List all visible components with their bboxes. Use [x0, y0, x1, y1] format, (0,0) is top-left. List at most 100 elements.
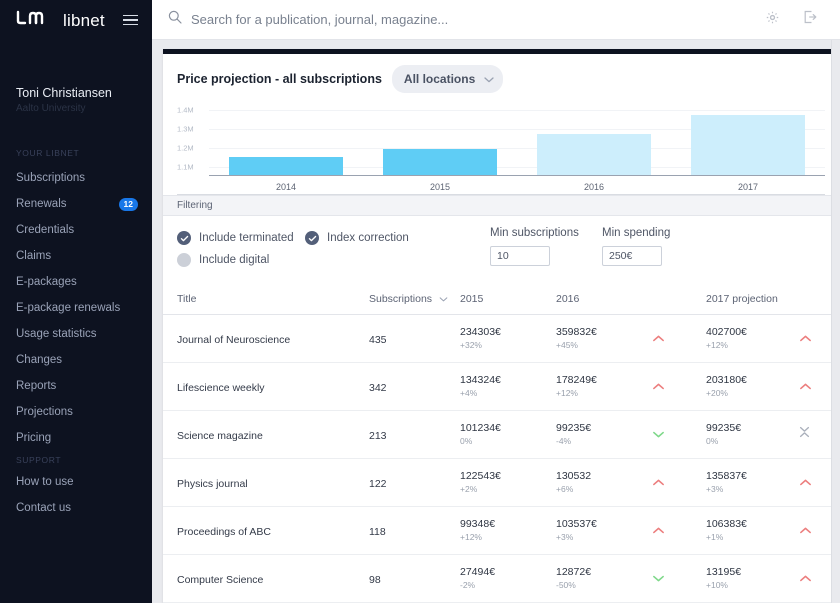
min-spending-input[interactable]: [602, 246, 662, 266]
table-row[interactable]: Computer Science 98 27494€ -2% 12872€ -50% 131…: [163, 554, 839, 603]
chart-x-tick-label: 2016: [583, 182, 605, 192]
sidebar: libnet Toni Christiansen Aalto Universit…: [0, 0, 152, 603]
column-header-2016: 2016: [556, 283, 652, 315]
cell-2016-change: +6%: [556, 484, 574, 494]
row-subscriptions: 118: [369, 525, 386, 538]
row-subscriptions: 122: [369, 477, 387, 490]
sidebar-item-label: Renewals: [16, 198, 67, 210]
column-header-subscriptions[interactable]: Subscriptions: [369, 283, 460, 315]
check-icon: [305, 231, 319, 245]
table-row[interactable]: Journal of Neuroscience 435 234303€ +32% 359…: [163, 314, 839, 363]
chart-x-tick-label: 2015: [429, 182, 451, 192]
cell-2017-projection-value: 203180€: [706, 374, 747, 386]
sidebar-item-subscriptions[interactable]: Subscriptions: [0, 165, 152, 191]
sidebar-item-changes[interactable]: Changes: [0, 347, 152, 373]
sidebar-item-projections[interactable]: Projections: [0, 399, 152, 425]
trend-icon-2016: [652, 554, 706, 603]
table-row[interactable]: Science magazine 213 101234€ 0% 99235€ -4% 992…: [163, 410, 839, 459]
checkbox-include-digital-label: Include digital: [199, 254, 270, 266]
table-body: Journal of Neuroscience 435 234303€ +32% 359…: [163, 314, 839, 603]
row-title: Computer Science: [177, 573, 264, 586]
cell-2016-change: -50%: [556, 580, 576, 590]
cell-2016-change: -4%: [556, 436, 572, 446]
cell-2017-projection-change: +10%: [706, 580, 728, 590]
vertical-scrollbar[interactable]: [831, 40, 840, 603]
row-title: Science magazine: [177, 429, 263, 442]
sidebar-item-usage-statistics[interactable]: Usage statistics: [0, 321, 152, 347]
row-title: Physics journal: [177, 477, 248, 490]
cell-2017-projection-value: 99235€: [706, 422, 742, 434]
row-subscriptions: 342: [369, 381, 387, 394]
cell-subscriptions: 98: [369, 554, 460, 603]
cell-2016-change: +12%: [556, 388, 578, 398]
cell-2015-value: 134324€: [460, 374, 501, 386]
content-scroll-area[interactable]: Price projection - all subscriptions All…: [152, 40, 840, 603]
projections-table: Title Subscriptions 2015 2016 2017 proje…: [163, 283, 839, 603]
chart-x-axis: [209, 175, 825, 176]
sidebar-item-label: Reports: [16, 380, 57, 392]
search-input[interactable]: [191, 12, 765, 27]
brand-name: libnet: [63, 11, 105, 30]
search-icon: [168, 10, 182, 29]
table-row[interactable]: Physics journal 122 122543€ +2% 130532 +6% 135…: [163, 458, 839, 507]
brand[interactable]: libnet: [16, 9, 105, 31]
sidebar-item-label: How to use: [16, 476, 74, 488]
logout-icon[interactable]: [802, 9, 818, 30]
chevron-down-icon: [439, 293, 448, 305]
cell-title: Proceedings of ABC: [163, 506, 369, 555]
cell-2017-projection-value: 106383€: [706, 518, 747, 530]
sidebar-item-pricing[interactable]: Pricing: [0, 425, 152, 451]
checkbox-index-correction[interactable]: Index correction: [305, 227, 490, 249]
chart-bar-2014[interactable]: [229, 157, 343, 176]
cell-subscriptions: 213: [369, 410, 460, 459]
cell-2015: 134324€ +4%: [460, 362, 556, 411]
cell-2016: 103537€ +3%: [556, 506, 652, 555]
cell-2015-value: 27494€: [460, 566, 496, 578]
sidebar-item-reports[interactable]: Reports: [0, 373, 152, 399]
sidebar-item-label: E-packages: [16, 276, 77, 288]
search-bar[interactable]: [168, 10, 765, 29]
chart-bar-slot: [363, 102, 517, 176]
cell-2017-projection: 99235€ 0%: [706, 410, 799, 459]
cell-2015-change: +32%: [460, 340, 482, 350]
cell-2015: 99348€ +12%: [460, 506, 556, 555]
cell-2015-value: 122543€: [460, 470, 501, 482]
location-filter-value: All locations: [403, 72, 476, 86]
cell-2017-projection-value: 402700€: [706, 326, 747, 338]
sidebar-item-label: Changes: [16, 354, 63, 366]
location-filter-dropdown[interactable]: All locations: [391, 65, 504, 93]
cell-2016-value: 359832€: [556, 326, 597, 338]
cell-subscriptions: 342: [369, 362, 460, 411]
sidebar-item-renewals[interactable]: Renewals 12: [0, 191, 152, 217]
cell-2017-projection: 106383€ +1%: [706, 506, 799, 555]
gear-icon[interactable]: [765, 10, 780, 30]
chart-bar-2017[interactable]: [691, 114, 805, 176]
table-row[interactable]: Lifescience weekly 342 134324€ +4% 178249€ +1…: [163, 362, 839, 411]
sidebar-item-how-to-use[interactable]: How to use: [0, 469, 152, 495]
chart-bar-2016[interactable]: [537, 134, 651, 176]
chart-bar-2015[interactable]: [383, 149, 497, 176]
sidebar-item-e-packages[interactable]: E-packages: [0, 269, 152, 295]
sidebar-item-claims[interactable]: Claims: [0, 243, 152, 269]
table-row[interactable]: Proceedings of ABC 118 99348€ +12% 103537€ +3…: [163, 506, 839, 555]
cell-2016: 178249€ +12%: [556, 362, 652, 411]
min-subscriptions-input[interactable]: [490, 246, 550, 266]
unchecked-icon: [177, 253, 191, 267]
sidebar-item-label: Pricing: [16, 432, 52, 444]
filtering-controls: Include terminated Include digital Index…: [163, 216, 839, 283]
nav-section-your-libnet-label: YOUR LIBNET: [16, 148, 80, 158]
sidebar-item-contact-us[interactable]: Contact us: [0, 495, 152, 521]
cell-2017-projection: 402700€ +12%: [706, 314, 799, 363]
hamburger-icon[interactable]: [123, 11, 138, 30]
trend-icon-2016: [652, 362, 706, 411]
sidebar-item-credentials[interactable]: Credentials: [0, 217, 152, 243]
sidebar-item-e-package-renewals[interactable]: E-package renewals: [0, 295, 152, 321]
row-title: Proceedings of ABC: [177, 525, 271, 538]
nav-section-support-label: SUPPORT: [16, 455, 62, 465]
checkbox-include-digital[interactable]: Include digital: [177, 249, 305, 271]
cell-2016: 359832€ +45%: [556, 314, 652, 363]
main-area: Price projection - all subscriptions All…: [152, 0, 840, 603]
cell-2015-change: +12%: [460, 532, 482, 542]
checkbox-include-terminated[interactable]: Include terminated: [177, 227, 305, 249]
chart-bars: [209, 102, 825, 176]
